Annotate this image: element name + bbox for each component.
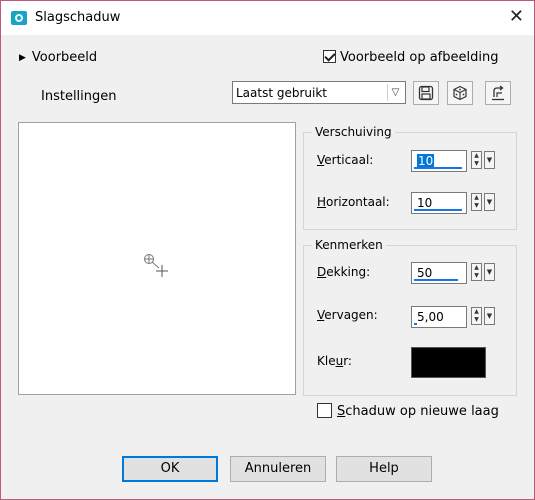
- vertical-dropdown-icon[interactable]: ▼: [484, 151, 495, 169]
- new-layer-label: Schaduw op nieuwe laag: [337, 404, 499, 419]
- horizontal-stepper[interactable]: 10 ▲ ▼ ▼: [411, 192, 499, 214]
- random-button[interactable]: [447, 81, 473, 105]
- horizontal-value: 10: [417, 196, 433, 210]
- new-layer-checkbox-box[interactable]: [317, 403, 332, 418]
- vertical-spin-updown-icon[interactable]: ▲ ▼: [471, 151, 482, 169]
- offset-group: Verschuiving: [303, 125, 517, 230]
- reset-icon: [492, 85, 504, 101]
- window-title: Slagschaduw: [35, 10, 121, 25]
- blur-label: Vervagen:: [317, 308, 378, 322]
- opacity-value: 50: [417, 266, 433, 280]
- vertical-input[interactable]: 10: [411, 150, 467, 172]
- preview-on-image-checkbox-box[interactable]: [323, 50, 336, 63]
- blur-input[interactable]: 5,00: [411, 306, 467, 328]
- dialog-window: Slagschaduw ✕ ▶ Voorbeeld Voorbeeld op af…: [0, 0, 535, 500]
- opacity-stepper[interactable]: 50 ▲ ▼ ▼: [411, 262, 499, 284]
- horizontal-label: Horizontaal:: [317, 195, 390, 209]
- opacity-dropdown-icon[interactable]: ▼: [484, 263, 495, 281]
- blur-value: 5,00: [417, 310, 444, 324]
- preview-on-image-checkbox[interactable]: Voorbeeld op afbeelding: [323, 50, 498, 65]
- vertical-stepper[interactable]: 10 ▲ ▼ ▼: [411, 150, 499, 172]
- settings-label: Instellingen: [41, 89, 117, 104]
- color-label: Kleur:: [317, 354, 352, 368]
- horizontal-dropdown-icon[interactable]: ▼: [484, 193, 495, 211]
- chevron-down-icon[interactable]: ▽: [387, 84, 403, 101]
- blur-spin-updown-icon[interactable]: ▲ ▼: [471, 307, 482, 325]
- preset-select-value: Laatst gebruikt: [236, 86, 328, 100]
- opacity-level-bar: [414, 279, 458, 281]
- offset-group-title: Verschuiving: [312, 125, 395, 139]
- reset-button[interactable]: [485, 81, 511, 105]
- horizontal-input[interactable]: 10: [411, 192, 467, 214]
- preset-select[interactable]: Laatst gebruikt ▽: [232, 81, 406, 104]
- save-preset-button[interactable]: [413, 81, 439, 105]
- preview-on-image-label: Voorbeeld op afbeelding: [340, 50, 499, 65]
- expand-triangle-icon: ▶: [19, 53, 26, 63]
- preview-expander-label: Voorbeeld: [31, 50, 98, 65]
- vertical-label: Verticaal:: [317, 153, 374, 167]
- crosshair-icon: [144, 254, 168, 277]
- vertical-level-bar: [414, 167, 462, 169]
- vertical-value: 10: [417, 154, 435, 168]
- new-layer-checkbox[interactable]: Schaduw op nieuwe laag: [317, 403, 499, 419]
- opacity-spin-updown-icon[interactable]: ▲ ▼: [471, 263, 482, 281]
- cancel-button[interactable]: Annuleren: [230, 456, 326, 482]
- blur-stepper[interactable]: 5,00 ▲ ▼ ▼: [411, 306, 499, 328]
- ok-button[interactable]: OK: [122, 456, 218, 482]
- blur-dropdown-icon[interactable]: ▼: [484, 307, 495, 325]
- preview-expander[interactable]: ▶ Voorbeeld: [19, 50, 97, 65]
- save-preset-icon: [418, 85, 434, 101]
- help-button[interactable]: Help: [336, 456, 432, 482]
- opacity-label: Dekking:: [317, 265, 371, 279]
- close-button[interactable]: ✕: [509, 7, 524, 27]
- horizontal-level-bar: [414, 209, 462, 211]
- app-icon: [11, 11, 27, 25]
- random-icon: [453, 85, 467, 101]
- opacity-input[interactable]: 50: [411, 262, 467, 284]
- color-swatch[interactable]: [411, 347, 486, 378]
- properties-group-title: Kenmerken: [312, 238, 386, 252]
- blur-level-bar: [414, 323, 417, 325]
- title-bar[interactable]: Slagschaduw ✕: [1, 1, 534, 35]
- horizontal-spin-updown-icon[interactable]: ▲ ▼: [471, 193, 482, 211]
- preview-pane[interactable]: [18, 122, 296, 395]
